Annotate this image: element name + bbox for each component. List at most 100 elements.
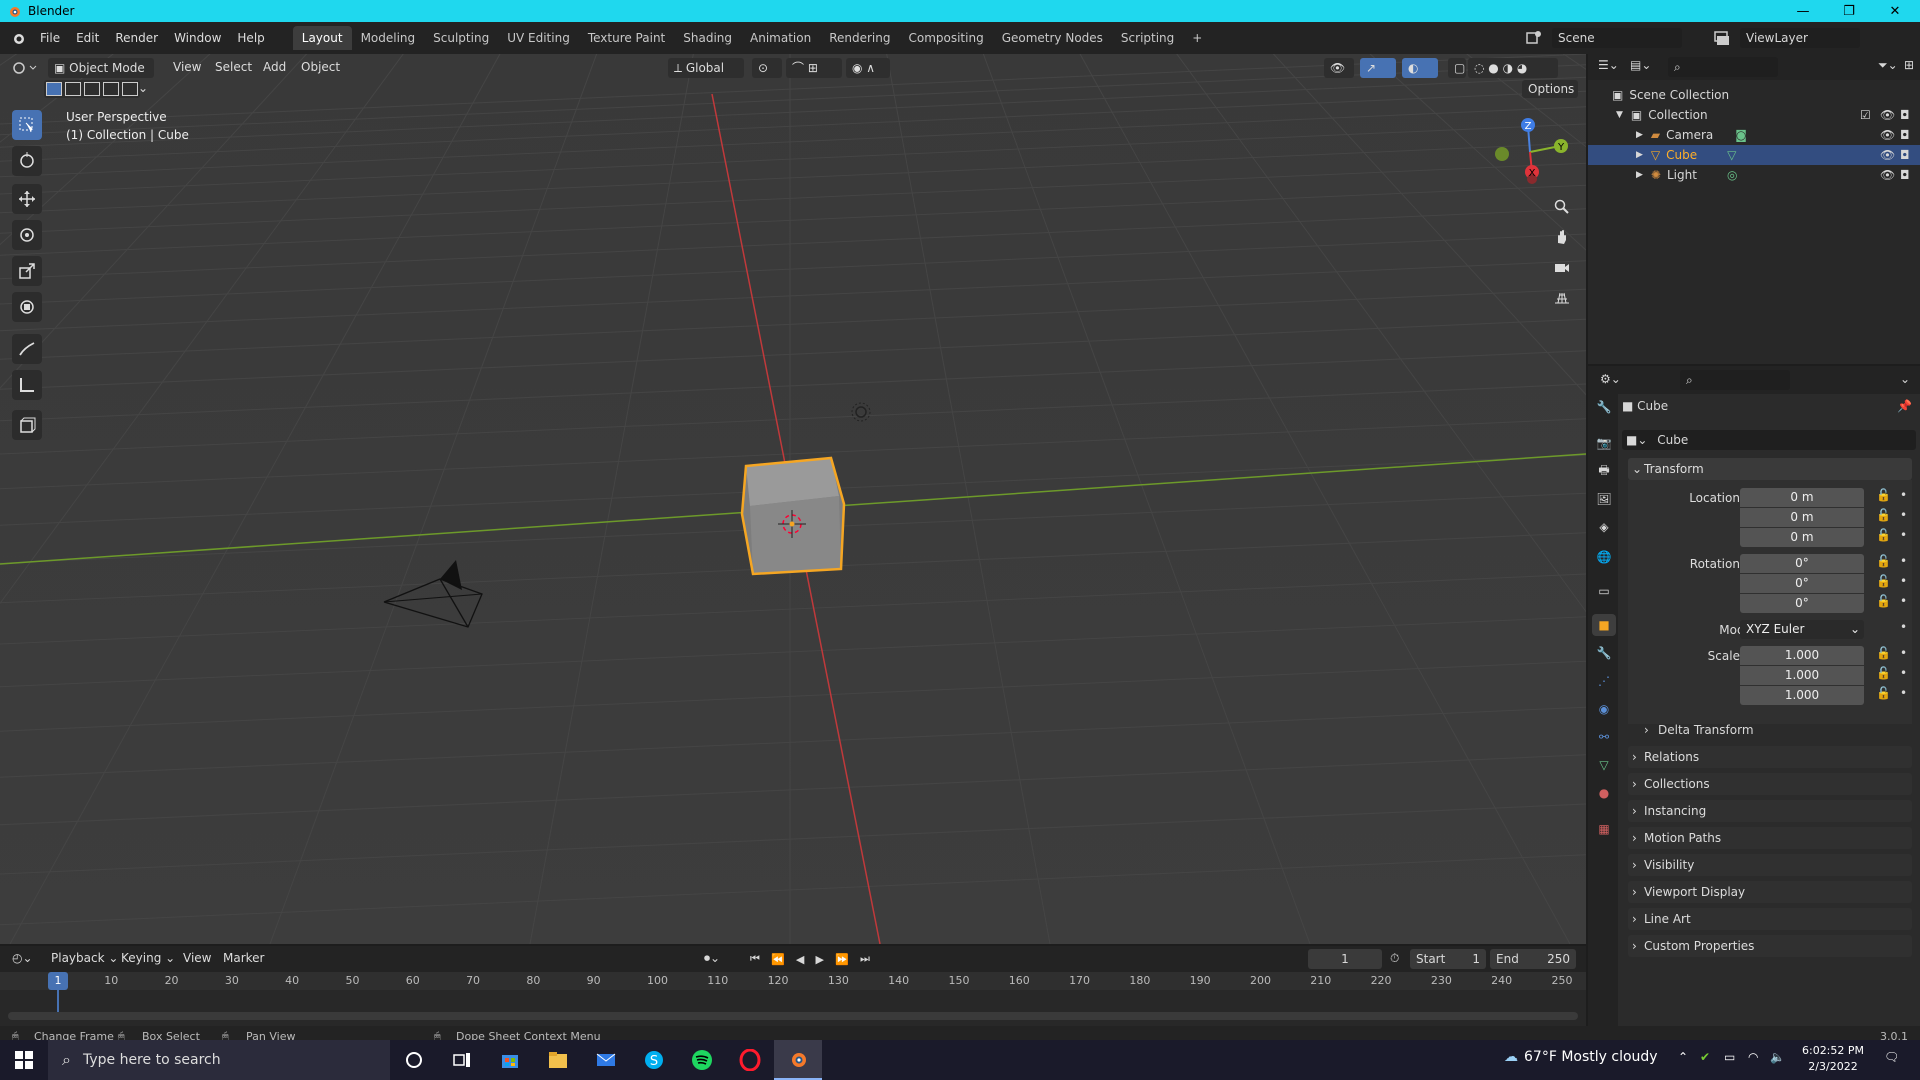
tray-app-icon[interactable]: ✔ bbox=[1700, 1050, 1710, 1064]
object-mode-dropdown[interactable]: ▣ Object Mode ⌄ bbox=[48, 58, 154, 95]
weather-widget[interactable]: ☁ 67°F Mostly cloudy bbox=[1504, 1049, 1658, 1065]
render-camera-icon[interactable]: ◘ bbox=[1900, 108, 1910, 122]
tool-tab-icon[interactable]: 🔧 bbox=[1592, 396, 1616, 418]
object-name-field[interactable]: ■⌄ Cube bbox=[1622, 430, 1916, 450]
opera-icon[interactable] bbox=[726, 1040, 774, 1080]
jump-start-icon[interactable]: ⏮ bbox=[750, 952, 760, 966]
timeline-menu-marker[interactable]: Marker bbox=[216, 951, 271, 965]
eye-icon[interactable]: 👁 bbox=[1880, 168, 1895, 182]
lock-icon[interactable]: 🔓 bbox=[1876, 554, 1891, 568]
outliner-row-collection[interactable]: ▼ ▣ Collection ☑ 👁 ◘ bbox=[1588, 105, 1920, 125]
keyframe-dot-icon[interactable]: • bbox=[1900, 594, 1907, 608]
cube-object[interactable] bbox=[736, 444, 846, 584]
lock-icon[interactable]: 🔓 bbox=[1876, 646, 1891, 660]
taskbar-search-box[interactable]: ⌕ Type here to search bbox=[48, 1040, 390, 1080]
menu-window[interactable]: Window bbox=[166, 27, 229, 49]
location-y-field[interactable]: 0 m bbox=[1740, 508, 1864, 527]
keyframe-dot-icon[interactable]: • bbox=[1900, 574, 1907, 588]
measure-tool-icon[interactable] bbox=[12, 370, 42, 400]
keyframe-dot-icon[interactable]: • bbox=[1900, 528, 1907, 542]
light-object[interactable] bbox=[848, 399, 874, 425]
texture-tab-icon[interactable]: ▦ bbox=[1592, 818, 1616, 840]
add-cube-tool-icon[interactable] bbox=[12, 410, 42, 440]
render-camera-icon[interactable]: ◘ bbox=[1900, 168, 1910, 182]
end-frame-field[interactable]: End 250 bbox=[1490, 949, 1576, 969]
custom-properties-panel-header[interactable]: › Custom Properties bbox=[1628, 935, 1912, 957]
perspective-toggle-icon[interactable] bbox=[1549, 284, 1575, 310]
menu-file[interactable]: File bbox=[32, 27, 68, 49]
wifi-icon[interactable]: ◠ bbox=[1748, 1050, 1758, 1064]
pivot-point-icon[interactable]: ⊙ bbox=[752, 58, 782, 78]
lock-icon[interactable]: 🔓 bbox=[1876, 528, 1891, 542]
timeline-scrollbar[interactable] bbox=[8, 1012, 1578, 1020]
keyframe-dot-icon[interactable]: • bbox=[1900, 620, 1907, 634]
keyframe-dot-icon[interactable]: • bbox=[1900, 554, 1907, 568]
lock-icon[interactable]: 🔓 bbox=[1876, 508, 1891, 522]
menu-help[interactable]: Help bbox=[229, 27, 272, 49]
visibility-icon[interactable]: 👁 bbox=[1324, 58, 1354, 78]
delta-transform-subpanel[interactable]: › Delta Transform bbox=[1640, 720, 1910, 740]
view-layer-icon[interactable] bbox=[1712, 28, 1734, 48]
editor-type-icon[interactable] bbox=[10, 58, 40, 78]
constraints-tab-icon[interactable]: ⚯ bbox=[1592, 726, 1616, 748]
lock-icon[interactable]: 🔓 bbox=[1876, 594, 1891, 608]
transform-orientation-dropdown[interactable]: ⟂ Global bbox=[668, 58, 744, 78]
rotation-mode-dropdown[interactable]: XYZ Euler ⌄ bbox=[1740, 620, 1864, 639]
eye-icon[interactable]: 👁 bbox=[1880, 108, 1895, 122]
line-art-panel-header[interactable]: › Line Art bbox=[1628, 908, 1912, 930]
selection-mode-group[interactable] bbox=[44, 80, 140, 98]
select-intersect-icon[interactable] bbox=[122, 82, 139, 96]
keyframe-dot-icon[interactable]: • bbox=[1900, 666, 1907, 680]
viewport-display-panel-header[interactable]: › Viewport Display bbox=[1628, 881, 1912, 903]
cortana-icon[interactable] bbox=[390, 1040, 438, 1080]
snap-icon[interactable]: ⌒ ⊞ bbox=[786, 58, 842, 78]
task-view-icon[interactable] bbox=[438, 1040, 486, 1080]
scale-x-field[interactable]: 1.000 bbox=[1740, 646, 1864, 665]
start-frame-field[interactable]: Start 1 bbox=[1410, 949, 1486, 969]
tab-animation[interactable]: Animation bbox=[741, 26, 820, 50]
select-subtract-icon[interactable] bbox=[83, 82, 100, 96]
play-reverse-icon[interactable]: ◀ bbox=[796, 953, 804, 966]
scale-y-field[interactable]: 1.000 bbox=[1740, 666, 1864, 685]
spotify-icon[interactable] bbox=[678, 1040, 726, 1080]
rotate-tool-icon[interactable] bbox=[12, 220, 42, 250]
viewport-menu-view[interactable]: View bbox=[166, 60, 208, 74]
tab-uv-editing[interactable]: UV Editing bbox=[498, 26, 579, 50]
view-layer-field[interactable]: ViewLayer bbox=[1740, 28, 1860, 48]
expand-arrow-icon[interactable]: ▼ bbox=[1616, 110, 1623, 120]
lock-icon[interactable]: 🔓 bbox=[1876, 686, 1891, 700]
chevron-down-icon[interactable]: ⌄ bbox=[1900, 372, 1910, 386]
camera-view-icon[interactable] bbox=[1549, 254, 1575, 280]
expand-arrow-icon[interactable]: ▶ bbox=[1636, 130, 1643, 140]
location-x-field[interactable]: 0 m bbox=[1740, 488, 1864, 507]
tab-sculpting[interactable]: Sculpting bbox=[424, 26, 498, 50]
scene-icon[interactable] bbox=[1524, 28, 1546, 48]
timeline-menu-view[interactable]: View bbox=[176, 951, 218, 965]
rotation-y-field[interactable]: 0° bbox=[1740, 574, 1864, 593]
tray-chevron-up-icon[interactable]: ⌃ bbox=[1678, 1050, 1688, 1064]
object-datablock-icon[interactable]: ■⌄ bbox=[1626, 433, 1647, 447]
outliner-search-input[interactable]: ⌕ bbox=[1668, 57, 1778, 77]
view-layer-tab-icon[interactable]: 🖼 bbox=[1592, 488, 1616, 510]
tab-texture-paint[interactable]: Texture Paint bbox=[579, 26, 674, 50]
current-frame-field[interactable]: 1 bbox=[1308, 949, 1382, 969]
viewport-menu-add[interactable]: Add bbox=[256, 60, 293, 74]
proportional-edit-icon[interactable]: ◉ ∧ bbox=[846, 58, 890, 78]
menu-edit[interactable]: Edit bbox=[68, 27, 107, 49]
timeline-ruler[interactable]: 10 20 30 40 50 60 70 80 90 100 110 120 130 140 150 160 1… bbox=[0, 972, 1586, 990]
keyframe-dot-icon[interactable]: • bbox=[1900, 508, 1907, 522]
next-keyframe-icon[interactable]: ⏩ bbox=[835, 953, 849, 966]
playhead-marker[interactable]: 1 bbox=[48, 972, 68, 990]
checkbox-icon[interactable]: ☑ bbox=[1860, 108, 1871, 122]
particles-tab-icon[interactable]: ⋰ bbox=[1592, 670, 1616, 692]
scale-tool-icon[interactable] bbox=[12, 256, 42, 286]
world-tab-icon[interactable]: 🌐 bbox=[1592, 546, 1616, 568]
tab-compositing[interactable]: Compositing bbox=[899, 26, 992, 50]
tab-scripting[interactable]: Scripting bbox=[1112, 26, 1183, 50]
camera-object[interactable] bbox=[380, 554, 490, 634]
notifications-icon[interactable]: 🗨 bbox=[1884, 1050, 1899, 1064]
tab-modeling[interactable]: Modeling bbox=[352, 26, 425, 50]
collection-tab-icon[interactable]: ▭ bbox=[1592, 580, 1616, 602]
skype-icon[interactable]: S bbox=[630, 1040, 678, 1080]
pan-hand-icon[interactable] bbox=[1549, 224, 1575, 250]
